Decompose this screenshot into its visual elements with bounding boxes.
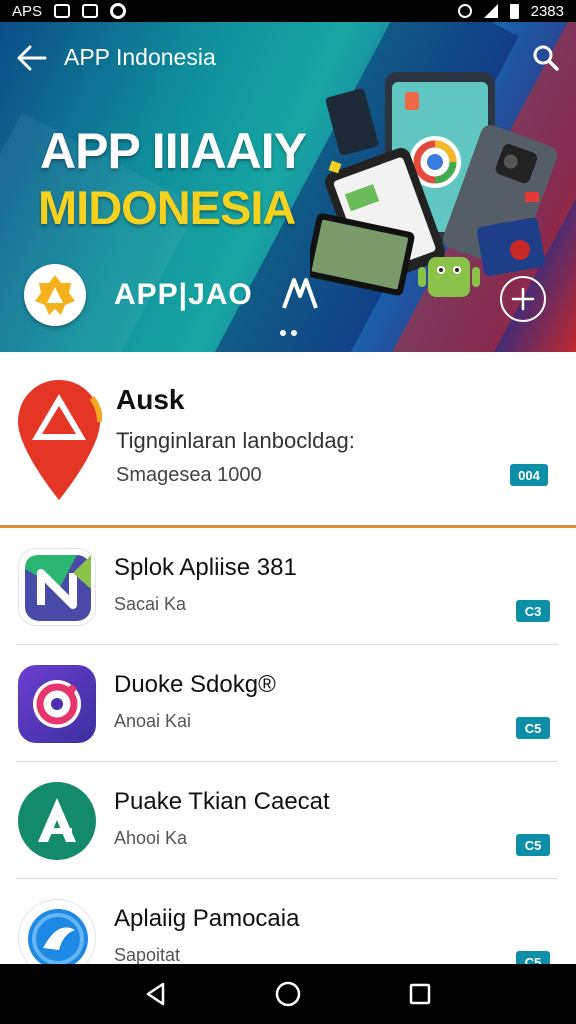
status-bar: APS 2383 [0, 0, 576, 22]
navigation-bar [0, 964, 576, 1024]
featured-app-tag[interactable]: 004 [510, 464, 548, 486]
app-list: Splok Apliise 381 Sacai Ka C3 Duoke Sdok… [0, 528, 576, 964]
app-tag[interactable]: C5 [516, 834, 550, 856]
nav-recents-button[interactable] [398, 972, 442, 1016]
app-subtitle: Sapoitat [114, 945, 181, 964]
app-bar: APP Indonesia [0, 22, 576, 94]
nav-back-button[interactable] [134, 972, 178, 1016]
featured-app-meta: Smagesea 1000 [116, 464, 262, 486]
search-icon [533, 45, 559, 71]
signal-icon [483, 4, 498, 18]
featured-app-description: Tignginlaran lanbocldag: [116, 428, 355, 453]
list-item[interactable]: Aplaiig Pamocaia Sapoitat C5 [0, 879, 576, 964]
alarm-icon [457, 4, 472, 18]
brand-logo-icon [282, 278, 318, 309]
app-name: Duoke Sdokg® [114, 671, 276, 698]
app-name: Aplaiig Pamocaia [114, 905, 300, 932]
carrier-label: APS [12, 2, 43, 20]
red-location-pin-icon [18, 380, 102, 500]
home-circle-icon [275, 981, 301, 1007]
page-title: APP Indonesia [64, 44, 216, 70]
arrow-left-icon [17, 45, 47, 71]
sync-icon [110, 3, 127, 19]
app-subtitle: Ahooi Ka [114, 828, 188, 848]
battery-icon [509, 3, 519, 19]
app-subtitle: Anoai Kai [114, 711, 192, 731]
clock-time: 2383 [530, 2, 564, 20]
green-n-app-icon [18, 548, 96, 626]
app-tag[interactable]: C3 [516, 600, 550, 622]
banner-pager[interactable] [280, 330, 297, 336]
list-item[interactable]: Splok Apliise 381 Sacai Ka C3 [0, 528, 576, 645]
triangle-back-icon [146, 982, 165, 1006]
brand-text: APP|JAO [114, 278, 253, 311]
star-badge-icon [35, 275, 75, 315]
hero-banner[interactable]: APP Indonesia APP IIIAAIY MIDONESIA APP|… [0, 22, 576, 352]
square-recents-icon [409, 983, 431, 1005]
nav-home-button[interactable] [266, 972, 310, 1016]
add-button[interactable] [500, 276, 546, 322]
blue-swirl-app-icon [18, 899, 96, 964]
green-a-app-icon [18, 782, 96, 860]
app-subtitle: Sacai Ka [114, 594, 187, 614]
search-button[interactable] [528, 40, 564, 76]
purple-ring-app-icon [18, 665, 96, 743]
plus-icon [511, 287, 535, 311]
notification-icon [54, 4, 71, 18]
list-item[interactable]: Duoke Sdokg® Anoai Kai C5 [0, 645, 576, 762]
app-name: Splok Apliise 381 [114, 554, 297, 581]
app-tag[interactable]: C5 [516, 951, 550, 964]
list-item[interactable]: Puake Tkian Caecat Ahooi Ka C5 [0, 762, 576, 879]
pager-dot [291, 330, 297, 336]
app-tag[interactable]: C5 [516, 717, 550, 739]
app-name: Puake Tkian Caecat [114, 788, 330, 815]
pager-dot [280, 330, 286, 336]
banner-title: APP IIIAAIY [40, 123, 307, 179]
devices-illustration [310, 72, 558, 297]
featured-app-name: Ausk [116, 384, 185, 415]
message-icon [82, 4, 99, 18]
featured-badge[interactable] [24, 264, 86, 326]
banner-subtitle: MIDONESIA [38, 181, 296, 234]
back-button[interactable] [14, 40, 50, 76]
featured-app-card[interactable]: Ausk Tignginlaran lanbocldag: Smagesea 1… [0, 352, 576, 528]
